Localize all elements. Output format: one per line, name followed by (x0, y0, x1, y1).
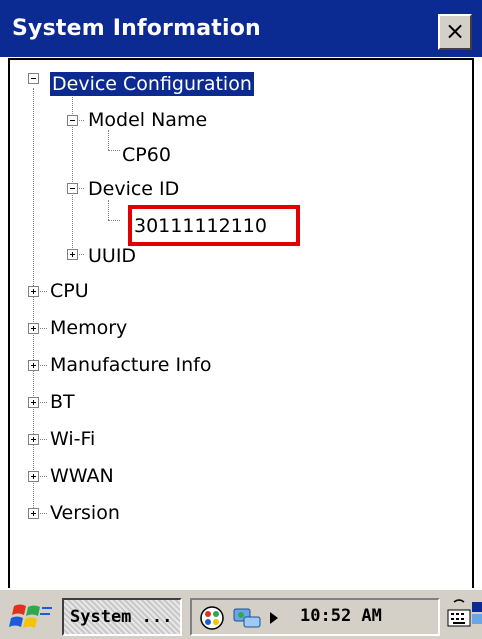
tree-connector (33, 88, 34, 516)
tree-connector (108, 150, 120, 151)
tree-connector (108, 200, 109, 220)
title-bar: System Information × (0, 0, 482, 57)
tree-item-model-name[interactable]: Model Name (88, 108, 207, 132)
window-title: System Information (12, 16, 261, 41)
network-icon[interactable] (198, 604, 226, 636)
expand-toggle-uuid[interactable] (67, 249, 78, 260)
system-tray: 10:52 AM (190, 598, 440, 636)
collapse-toggle-device-id[interactable] (67, 183, 78, 194)
taskbar: System ... 10:52 AM (0, 588, 482, 639)
desktop-icon[interactable] (472, 600, 482, 634)
close-button[interactable]: × (438, 14, 472, 50)
keyboard-icon[interactable] (446, 598, 472, 636)
connection-icon[interactable] (232, 605, 264, 635)
tree-item-device-configuration[interactable]: Device Configuration (49, 71, 255, 97)
tree-item-bt[interactable]: BT (50, 390, 75, 414)
taskbar-task-button[interactable]: System ... (62, 598, 182, 636)
highlight-box (128, 205, 300, 246)
expand-toggle-bt[interactable] (28, 397, 39, 408)
tree-item-memory[interactable]: Memory (50, 316, 127, 340)
expand-toggle-wwan[interactable] (28, 471, 39, 482)
expand-toggle-version[interactable] (28, 508, 39, 519)
collapse-toggle-model-name[interactable] (67, 115, 78, 126)
expand-toggle-cpu[interactable] (28, 286, 39, 297)
expand-toggle-memory[interactable] (28, 323, 39, 334)
clock[interactable]: 10:52 AM (300, 606, 382, 626)
tree-item-manufacture-info[interactable]: Manufacture Info (50, 353, 211, 377)
expand-toggle-manufacture-info[interactable] (28, 360, 39, 371)
tree-connector (108, 220, 120, 221)
collapse-toggle-device-configuration[interactable] (28, 73, 39, 84)
tree-item-cpu[interactable]: CPU (50, 279, 89, 303)
windows-start-icon[interactable] (8, 600, 56, 634)
tree-item-wi-fi[interactable]: Wi-Fi (50, 427, 95, 451)
tree-item-cp60[interactable]: CP60 (122, 143, 171, 167)
tree-item-device-id[interactable]: Device ID (88, 177, 179, 201)
tree-connector (108, 130, 109, 150)
tree-view[interactable]: Device Configuration Model Name CP60 Dev… (8, 58, 474, 592)
tray-arrow-icon[interactable] (268, 610, 280, 630)
tree-item-version[interactable]: Version (50, 501, 120, 525)
tree-item-wwan[interactable]: WWAN (50, 464, 114, 488)
tree-item-uuid[interactable]: UUID (88, 244, 136, 268)
expand-toggle-wi-fi[interactable] (28, 434, 39, 445)
